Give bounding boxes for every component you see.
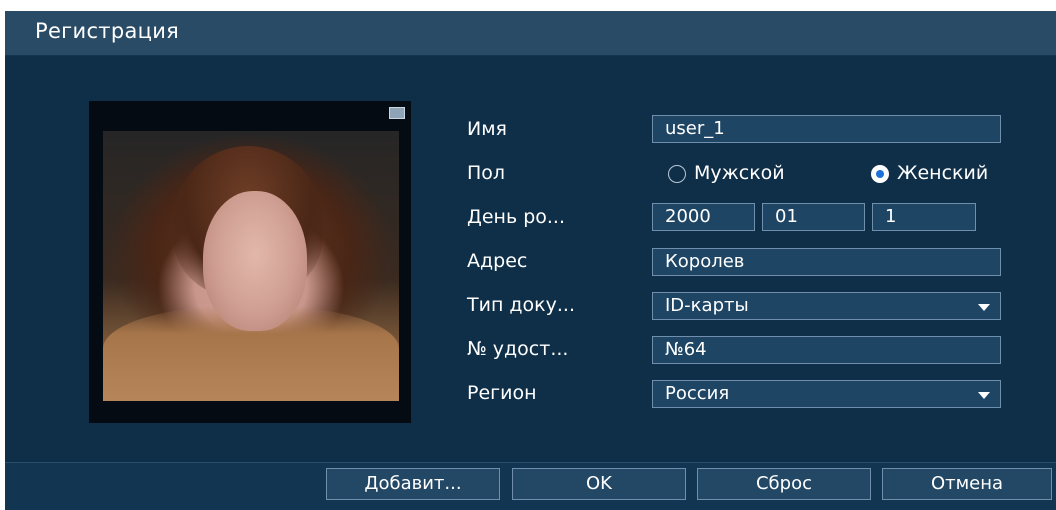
ok-button[interactable]: OK [512, 468, 686, 500]
face-photo [103, 131, 399, 401]
registration-dialog: Регистрация Имя user_1 Пол Мужской Женск… [5, 11, 1056, 510]
gender-option-male[interactable]: Мужской [694, 160, 785, 186]
doc-number-label: № удост... [467, 338, 569, 360]
add-button[interactable]: Добавит... [326, 468, 500, 500]
doc-number-field[interactable]: №64 [652, 336, 1001, 364]
birthday-year-field[interactable]: 2000 [652, 203, 755, 231]
birthday-label: День ро... [467, 206, 565, 228]
doc-type-label: Тип доку... [467, 294, 576, 316]
titlebar: Регистрация [5, 11, 1056, 56]
cancel-button[interactable]: Отмена [882, 468, 1052, 500]
chevron-down-icon [978, 304, 990, 311]
chevron-down-icon [978, 392, 990, 399]
close-icon[interactable] [389, 107, 405, 119]
doc-type-value: ID-карты [665, 295, 749, 316]
birthday-day-field[interactable]: 1 [872, 203, 976, 231]
address-field[interactable]: Королев [652, 248, 1001, 276]
gender-radio-male[interactable] [668, 165, 686, 183]
gender-label: Пол [467, 162, 506, 184]
photo-face [203, 191, 307, 331]
name-label: Имя [467, 118, 507, 140]
region-select[interactable]: Россия [652, 380, 1001, 408]
doc-type-select[interactable]: ID-карты [652, 292, 1001, 320]
face-photo-frame [89, 101, 411, 423]
region-value: Россия [665, 383, 730, 404]
reset-button[interactable]: Сброс [697, 468, 871, 500]
birthday-month-field[interactable]: 01 [762, 203, 865, 231]
name-field[interactable]: user_1 [652, 115, 1001, 143]
dialog-title: Регистрация [35, 19, 180, 43]
address-label: Адрес [467, 250, 528, 272]
region-label: Регион [467, 382, 537, 404]
gender-radio-female[interactable] [871, 165, 889, 183]
gender-option-female[interactable]: Женский [897, 160, 988, 186]
